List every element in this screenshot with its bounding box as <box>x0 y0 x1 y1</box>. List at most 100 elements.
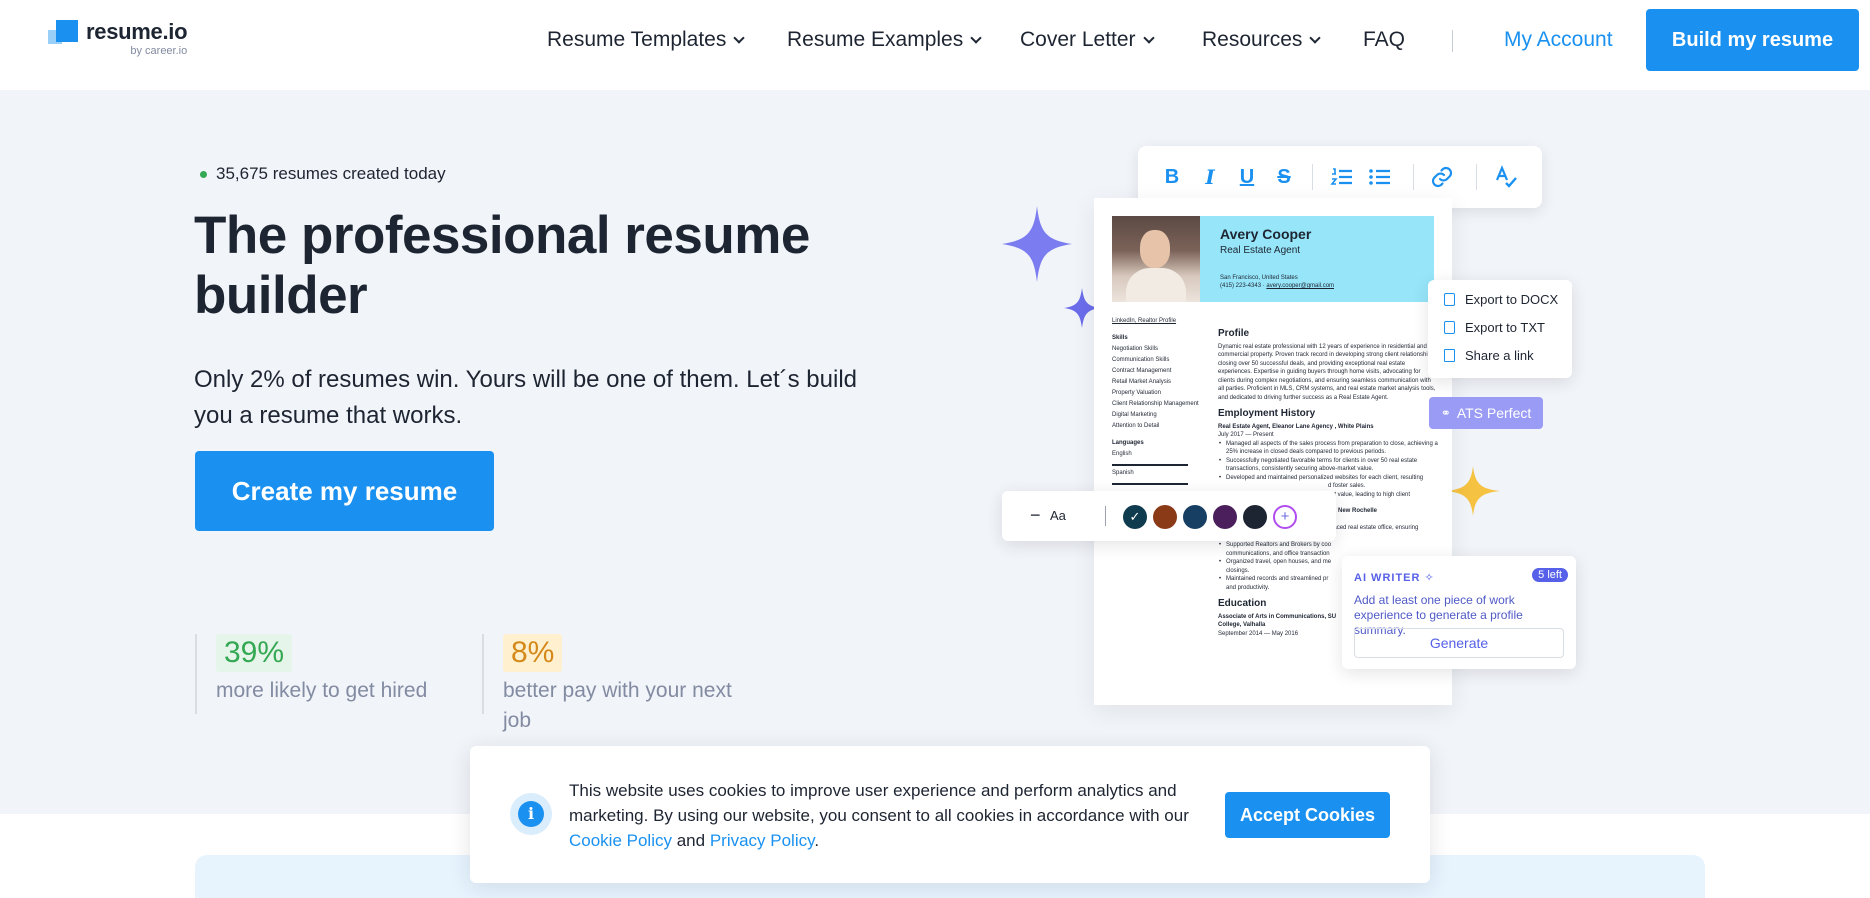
education-title: Associate of Arts in Communications, SU … <box>1218 613 1337 629</box>
stat-label: better pay with your next job <box>503 679 732 732</box>
spellcheck-icon[interactable] <box>1494 165 1518 189</box>
languages-heading: Languages <box>1112 440 1144 446</box>
toolbar-divider <box>1413 164 1414 190</box>
stat-pay: 8% better pay with your next job <box>482 634 752 732</box>
language-item: English <box>1112 451 1132 457</box>
create-resume-button[interactable]: Create my resume <box>195 451 494 531</box>
cookie-policy-link[interactable]: Cookie Policy <box>569 831 672 850</box>
info-icon: i <box>510 793 552 835</box>
numbered-list-icon[interactable] <box>1330 165 1354 189</box>
cookie-banner: i This website uses cookies to improve u… <box>470 746 1430 883</box>
nav-cover-letter[interactable]: Cover Letter <box>1020 28 1155 52</box>
export-docx-item[interactable]: Export to DOCX <box>1444 292 1558 307</box>
skill-item: Client Relationship Management <box>1112 401 1199 407</box>
skill-item: Attention to Detail <box>1112 423 1160 429</box>
underline-icon[interactable]: U <box>1235 165 1259 189</box>
privacy-policy-link[interactable]: Privacy Policy <box>710 831 815 850</box>
resume-email: avery.cooper@gmail.com <box>1266 283 1335 289</box>
job-bullet: Successfully negotiated favorable terms … <box>1218 457 1438 474</box>
logo-subtitle: by career.io <box>130 45 188 57</box>
job-title: Real Estate Agent, Eleanor Lane Agency ,… <box>1218 423 1374 430</box>
job-bullet: Supported Realtors and Brokers by coo <box>1218 541 1438 550</box>
resume-sidebar: LinkedIn, Realtor Profile Skills Negotia… <box>1112 316 1202 487</box>
ai-writer-label: AI WRITER <box>1354 572 1421 584</box>
live-dot-icon <box>200 170 207 178</box>
cookie-text: This website uses cookies to improve use… <box>569 778 1189 853</box>
link-icon[interactable] <box>1430 165 1454 189</box>
chevron-down-icon <box>1309 31 1322 44</box>
skill-item: Negotiation Skills <box>1112 346 1159 352</box>
nav-faq[interactable]: FAQ <box>1363 28 1405 52</box>
font-size-decrease-button[interactable]: − <box>1030 505 1041 526</box>
bulleted-list-icon[interactable] <box>1368 165 1392 189</box>
resume-role: Real Estate Agent <box>1220 245 1301 256</box>
skills-heading: Skills <box>1112 335 1128 341</box>
profile-text: Dynamic real estate professional with 12… <box>1218 343 1436 401</box>
skill-item: Digital Marketing <box>1112 412 1157 418</box>
bold-icon[interactable]: B <box>1160 165 1184 189</box>
ats-label: ATS Perfect <box>1456 405 1532 421</box>
nav-resume-templates[interactable]: Resume Templates <box>547 28 746 52</box>
stat-value: 8% <box>503 634 563 672</box>
job-bullet: d foster sales. <box>1328 483 1366 489</box>
document-icon <box>1444 321 1455 334</box>
logo-mark-icon <box>48 20 80 50</box>
skill-item: Contract Management <box>1112 368 1172 374</box>
profile-heading: Profile <box>1218 328 1250 339</box>
site-header: resume.io by career.io Resume Templates … <box>0 0 1870 90</box>
my-account-link[interactable]: My Account <box>1504 28 1613 52</box>
color-swatch-teal[interactable] <box>1123 505 1147 529</box>
resume-phone: (415) 223-4343 <box>1220 283 1262 289</box>
job-dates: July 2017 — Present <box>1218 432 1274 438</box>
nav-label: Resume Templates <box>547 28 727 51</box>
toolbar-divider <box>1312 164 1313 190</box>
cookie-conjunction: and <box>672 831 710 850</box>
chevron-down-icon <box>970 31 982 44</box>
strikethrough-icon[interactable]: S <box>1272 165 1296 189</box>
generate-button[interactable]: Generate <box>1354 628 1564 658</box>
accept-cookies-button[interactable]: Accept Cookies <box>1225 792 1390 838</box>
menu-label: Export to TXT <box>1465 320 1545 335</box>
chevron-down-icon <box>733 31 746 44</box>
nav-resources[interactable]: Resources <box>1202 28 1322 52</box>
resume-links: LinkedIn, Realtor Profile <box>1112 318 1177 324</box>
resume-header: Avery Cooper Real Estate Agent San Franc… <box>1112 216 1434 302</box>
hero-subtitle: Only 2% of resumes win. Yours will be on… <box>194 366 857 429</box>
share-icon <box>1444 349 1455 362</box>
stat-label: more likely to get hired <box>216 679 428 702</box>
job-bullet: Managed all aspects of the sales process… <box>1218 440 1438 457</box>
ai-credits-badge: 5 left <box>1532 568 1568 582</box>
language-item: Spanish <box>1112 470 1134 476</box>
toolbar-divider <box>1476 164 1477 190</box>
color-swatch-navy[interactable] <box>1183 505 1207 529</box>
nav-label: Resume Examples <box>787 28 964 51</box>
stat-hired: 39% more likely to get hired <box>195 634 435 714</box>
language-level-bar <box>1112 464 1188 466</box>
nav-label: FAQ <box>1363 28 1406 51</box>
chevron-down-icon <box>1142 31 1155 44</box>
sparkle-icon: ✧ <box>1424 572 1435 584</box>
cookie-period: . <box>814 831 820 850</box>
menu-label: Export to DOCX <box>1465 292 1559 307</box>
cookie-message: This website uses cookies to improve use… <box>569 781 1189 825</box>
color-swatch-purple[interactable] <box>1213 505 1237 529</box>
ai-writer-title: AI WRITER ✧ <box>1354 571 1435 584</box>
export-txt-item[interactable]: Export to TXT <box>1444 320 1545 335</box>
job-bullet: Developed and maintained personalized we… <box>1218 474 1438 483</box>
stat-value: 39% <box>216 634 293 672</box>
logo[interactable]: resume.io by career.io <box>48 19 188 58</box>
share-link-item[interactable]: Share a link <box>1444 348 1534 363</box>
page-title: The professional resume builder <box>194 206 810 325</box>
resume-location: San Francisco, United States <box>1220 275 1298 281</box>
build-resume-button[interactable]: Build my resume <box>1646 9 1859 71</box>
color-swatch-rust[interactable] <box>1153 505 1177 529</box>
resume-counter: 35,675 resumes created today <box>200 164 446 184</box>
document-icon <box>1444 293 1455 306</box>
add-color-icon[interactable]: + <box>1273 505 1297 529</box>
sparkle-gold-icon <box>1446 466 1500 516</box>
italic-icon[interactable]: I <box>1198 165 1222 189</box>
nav-divider <box>1452 30 1453 52</box>
nav-resume-examples[interactable]: Resume Examples <box>787 28 982 52</box>
logo-name: resume.io <box>86 19 188 44</box>
color-swatch-charcoal[interactable] <box>1243 505 1267 529</box>
